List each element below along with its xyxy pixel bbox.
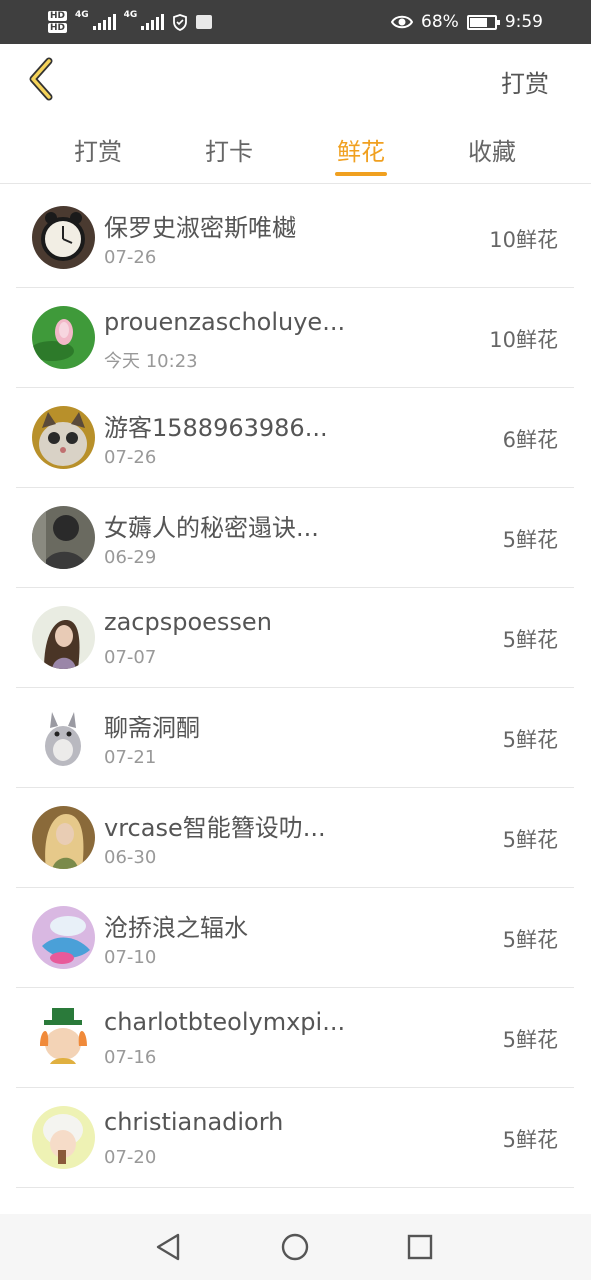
list-item[interactable]: 聊斋洞酮 07-21 5鲜花 [16,688,574,788]
avatar [32,606,95,669]
user-name: 沧挢浪之辐水 [104,914,248,942]
nav-back-button[interactable] [152,1230,186,1264]
date: 07-10 [104,947,157,968]
battery-percent: 68% [421,12,459,32]
nav-recents-button[interactable] [403,1230,437,1264]
hd-badge-2: HD [48,23,68,33]
avatar [32,206,95,269]
battery-icon [466,14,500,30]
avatar [32,1006,95,1069]
tab-flowers[interactable]: 鲜花 [316,132,406,167]
user-name: christianadiorh [104,1108,284,1136]
date: 07-07 [104,647,157,668]
flower-count: 10鲜花 [489,228,558,252]
user-name: zacpspoessen [104,608,272,636]
status-bar: HD HD 4G 4G 68% 9:59 [0,0,591,44]
list-item[interactable]: 沧挢浪之辐水 07-10 5鲜花 [16,888,574,988]
square-recents-icon [407,1234,433,1260]
list-item[interactable]: zacpspoessen 07-07 5鲜花 [16,588,574,688]
list-item[interactable]: charlotbteolymxpi... 07-16 5鲜花 [16,988,574,1088]
signal-icon [92,14,116,30]
flower-count: 10鲜花 [489,328,558,352]
date: 今天 10:23 [104,351,198,372]
list-item[interactable]: 保罗史淑密斯唯樾 07-26 10鲜花 [16,188,574,288]
network-type-2: 4G [123,10,138,20]
avatar [32,406,95,469]
date: 07-16 [104,1047,157,1068]
user-name: 聊斋洞酮 [104,714,200,742]
clock: 9:59 [504,12,543,32]
flower-count: 5鲜花 [502,1128,558,1152]
avatar [32,806,95,869]
avatar [32,906,95,969]
circle-home-icon [281,1233,309,1261]
flower-count: 6鲜花 [502,428,558,452]
date: 07-21 [104,747,157,768]
flower-count: 5鲜花 [502,928,558,952]
tab-reward[interactable]: 打赏 [53,132,143,167]
flower-count: 5鲜花 [502,628,558,652]
list-item[interactable]: 游客1588963986... 07-26 6鲜花 [16,388,574,488]
reward-button[interactable]: 打赏 [501,64,549,99]
eye-icon [391,15,414,29]
tab-bar: 打赏 打卡 鲜花 收藏 [0,114,591,184]
back-button[interactable] [22,56,58,102]
network-type-1: 4G [75,10,89,20]
flower-count: 5鲜花 [502,1028,558,1052]
flower-list-screen: HD HD 4G 4G 68% 9:59 打赏 打赏 打卡 鲜花 收藏 保罗史淑… [0,0,591,1280]
list-item[interactable]: vrcase智能簪设叻... 06-30 5鲜花 [16,788,574,888]
date: 06-30 [104,847,157,868]
list-item[interactable]: christianadiorh 07-20 5鲜花 [16,1088,574,1188]
date: 07-26 [104,247,157,268]
user-name: prouenzascholuye... [104,308,346,336]
tab-checkin[interactable]: 打卡 [184,132,274,167]
user-name: 保罗史淑密斯唯樾 [104,214,296,242]
triangle-back-icon [156,1233,180,1261]
date: 07-26 [104,447,157,468]
list-item[interactable]: prouenzascholuye... 今天 10:23 10鲜花 [16,288,574,388]
system-nav-bar [0,1214,591,1280]
nav-home-button[interactable] [278,1230,312,1264]
list-item[interactable]: 女薅人的秘密遢诀... 06-29 5鲜花 [16,488,574,588]
avatar [32,506,95,569]
date: 07-20 [104,1147,157,1168]
signal-icon-2 [141,14,165,30]
user-name: vrcase智能簪设叻... [104,814,326,842]
user-name: 游客1588963986... [104,414,328,442]
status-left: HD HD 4G 4G [48,10,213,34]
user-name: charlotbteolymxpi... [104,1008,346,1036]
avatar [32,306,95,369]
date: 06-29 [104,547,157,568]
shield-icon [173,13,188,31]
header: 打赏 [0,44,591,114]
chevron-left-icon [29,57,53,101]
user-name: 女薅人的秘密遢诀... [104,514,319,542]
flower-count: 5鲜花 [502,528,558,552]
active-tab-indicator [335,172,387,176]
hd-badge: HD HD [48,10,68,34]
avatar [32,1106,95,1169]
hd-badge-1: HD [48,11,68,21]
tab-favorites[interactable]: 收藏 [447,132,537,167]
flower-list: 保罗史淑密斯唯樾 07-26 10鲜花 prouenzascholuye... … [16,188,574,1188]
flower-count: 5鲜花 [502,728,558,752]
app-notification-icon [196,15,213,29]
avatar [32,706,95,769]
flower-count: 5鲜花 [502,828,558,852]
status-right: 68% 9:59 [391,12,543,32]
